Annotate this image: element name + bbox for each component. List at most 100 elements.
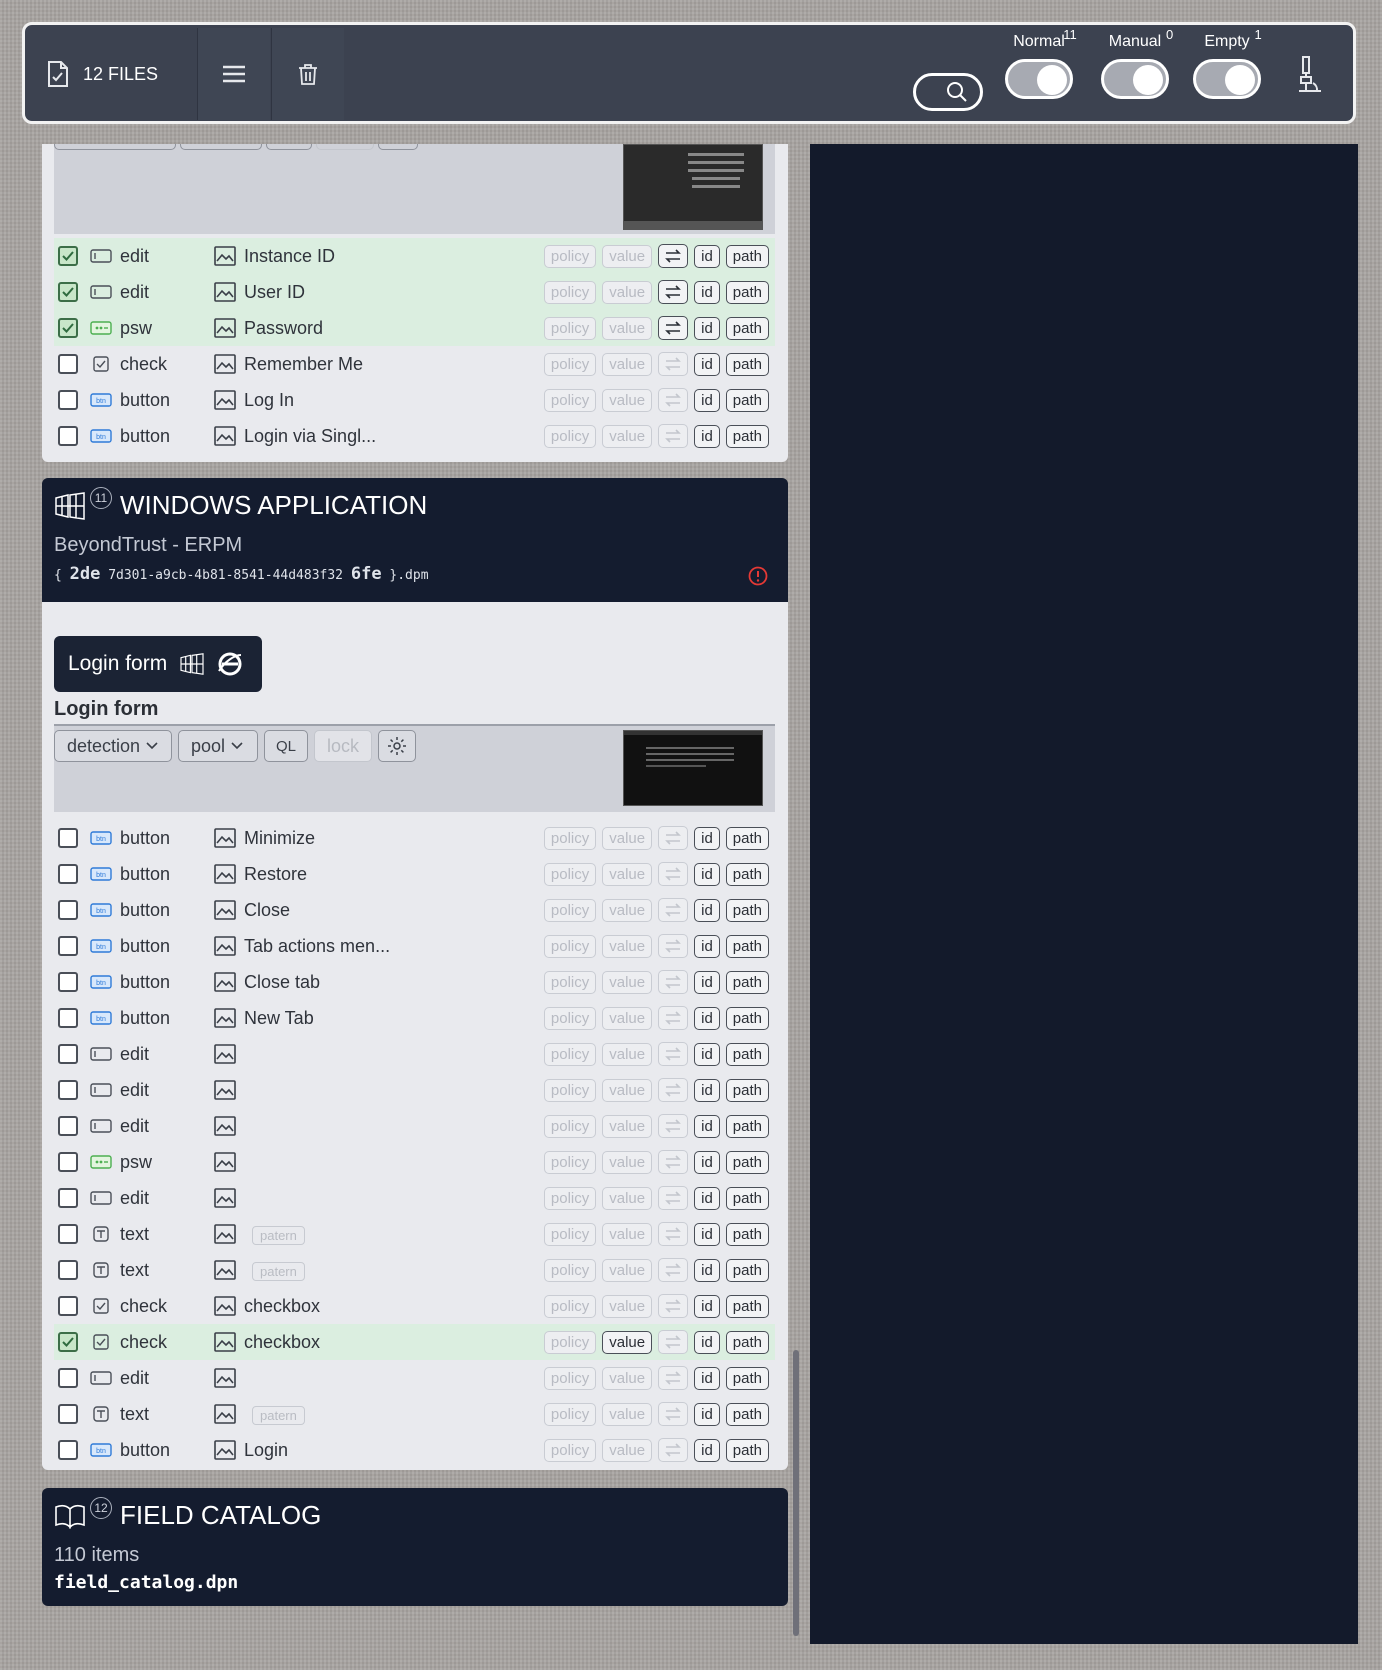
- path-chip[interactable]: path: [725, 316, 769, 340]
- image-icon[interactable]: [214, 1332, 236, 1352]
- value-chip[interactable]: value: [602, 1330, 653, 1354]
- policy-chip[interactable]: policy: [543, 1258, 597, 1282]
- path-chip[interactable]: path: [725, 1006, 769, 1030]
- swap-icon[interactable]: [658, 1186, 689, 1210]
- value-chip[interactable]: value: [602, 934, 653, 958]
- pool-dropdown[interactable]: pool: [178, 730, 258, 762]
- detection-dropdown[interactable]: detection: [54, 730, 172, 762]
- patern-chip[interactable]: patern: [252, 1225, 305, 1245]
- policy-chip[interactable]: policy: [543, 1006, 597, 1030]
- policy-chip[interactable]: policy: [543, 1186, 597, 1210]
- image-icon[interactable]: [214, 318, 236, 338]
- lock-button[interactable]: lock: [314, 730, 372, 762]
- image-icon[interactable]: [214, 390, 236, 410]
- swap-icon[interactable]: [658, 934, 689, 958]
- id-chip[interactable]: id: [694, 1078, 720, 1102]
- swap-icon[interactable]: [658, 1402, 689, 1426]
- row-checkbox[interactable]: [58, 1440, 78, 1460]
- row-checkbox[interactable]: [58, 282, 78, 302]
- policy-chip[interactable]: policy: [543, 316, 597, 340]
- dpm-filename[interactable]: { 2de 7d301-a9cb-4b81-8541-44d483f32 6fe…: [54, 564, 429, 584]
- value-chip[interactable]: value: [602, 1402, 653, 1426]
- field-row[interactable]: btn button Login via Singl... policy value id…: [54, 418, 775, 454]
- field-row[interactable]: btn button Close tab policy value id path: [54, 964, 775, 1000]
- menu-button[interactable]: [197, 28, 270, 120]
- path-chip[interactable]: path: [725, 1366, 769, 1390]
- image-icon[interactable]: [214, 972, 236, 992]
- row-checkbox[interactable]: [58, 900, 78, 920]
- path-chip[interactable]: path: [725, 244, 769, 268]
- policy-chip[interactable]: policy: [543, 424, 597, 448]
- field-row[interactable]: text patern policy value id path: [54, 1252, 775, 1288]
- value-chip[interactable]: value: [602, 1150, 653, 1174]
- image-icon[interactable]: [214, 900, 236, 920]
- id-chip[interactable]: id: [694, 1114, 720, 1138]
- value-chip[interactable]: value: [602, 1042, 653, 1066]
- value-chip[interactable]: value: [602, 862, 653, 886]
- row-checkbox[interactable]: [58, 426, 78, 446]
- id-chip[interactable]: id: [694, 316, 720, 340]
- path-chip[interactable]: path: [725, 1222, 769, 1246]
- image-icon[interactable]: [214, 354, 236, 374]
- swap-icon[interactable]: [658, 316, 689, 340]
- value-chip[interactable]: value: [602, 1078, 653, 1102]
- id-chip[interactable]: id: [694, 244, 720, 268]
- swap-icon[interactable]: [658, 388, 689, 412]
- id-chip[interactable]: id: [694, 424, 720, 448]
- path-chip[interactable]: path: [725, 424, 769, 448]
- policy-chip[interactable]: policy: [543, 898, 597, 922]
- id-chip[interactable]: id: [694, 1186, 720, 1210]
- value-chip[interactable]: value: [602, 424, 653, 448]
- path-chip[interactable]: path: [725, 1114, 769, 1138]
- policy-chip[interactable]: policy: [543, 1114, 597, 1138]
- id-chip[interactable]: id: [694, 1366, 720, 1390]
- path-chip[interactable]: path: [725, 934, 769, 958]
- path-chip[interactable]: path: [725, 970, 769, 994]
- scrollbar[interactable]: [793, 1350, 799, 1636]
- login-form-tab[interactable]: Login form: [54, 636, 262, 692]
- id-chip[interactable]: id: [694, 388, 720, 412]
- policy-chip[interactable]: policy: [543, 1366, 597, 1390]
- settings-button[interactable]: [378, 730, 416, 762]
- policy-chip[interactable]: policy: [543, 1222, 597, 1246]
- row-checkbox[interactable]: [58, 1368, 78, 1388]
- policy-chip[interactable]: policy: [543, 862, 597, 886]
- swap-icon[interactable]: [658, 352, 689, 376]
- value-chip[interactable]: value: [602, 352, 653, 376]
- value-chip[interactable]: value: [602, 1366, 653, 1390]
- policy-chip[interactable]: policy: [543, 352, 597, 376]
- policy-chip[interactable]: policy: [543, 1330, 597, 1354]
- image-icon[interactable]: [214, 864, 236, 884]
- search-toggle[interactable]: [913, 73, 983, 111]
- id-chip[interactable]: id: [694, 1042, 720, 1066]
- value-chip[interactable]: value: [602, 970, 653, 994]
- field-row[interactable]: psw policy value id path: [54, 1144, 775, 1180]
- field-row[interactable]: text patern policy value id path: [54, 1216, 775, 1252]
- row-checkbox[interactable]: [58, 864, 78, 884]
- patern-chip[interactable]: patern: [252, 1261, 305, 1281]
- swap-icon[interactable]: [658, 1330, 689, 1354]
- row-checkbox[interactable]: [58, 1224, 78, 1244]
- path-chip[interactable]: path: [725, 898, 769, 922]
- field-row[interactable]: text patern policy value id path: [54, 1396, 775, 1432]
- policy-chip[interactable]: policy: [543, 1150, 597, 1174]
- path-chip[interactable]: path: [725, 352, 769, 376]
- path-chip[interactable]: path: [725, 1438, 769, 1462]
- field-row[interactable]: btn button Log In policy value id path: [54, 382, 775, 418]
- policy-chip[interactable]: policy: [543, 388, 597, 412]
- field-row[interactable]: btn button New Tab policy value id path: [54, 1000, 775, 1036]
- value-chip[interactable]: value: [602, 1258, 653, 1282]
- field-row[interactable]: btn button Tab actions men... policy value id…: [54, 928, 775, 964]
- image-icon[interactable]: [214, 1116, 236, 1136]
- path-chip[interactable]: path: [725, 1294, 769, 1318]
- swap-icon[interactable]: [658, 1078, 689, 1102]
- row-checkbox[interactable]: [58, 1260, 78, 1280]
- image-icon[interactable]: [214, 1440, 236, 1460]
- row-checkbox[interactable]: [58, 1332, 78, 1352]
- row-checkbox[interactable]: [58, 246, 78, 266]
- row-checkbox[interactable]: [58, 1116, 78, 1136]
- value-chip[interactable]: value: [602, 898, 653, 922]
- field-row[interactable]: btn button Login policy value id path: [54, 1432, 775, 1468]
- empty-toggle[interactable]: [1193, 59, 1261, 99]
- value-chip[interactable]: value: [602, 1294, 653, 1318]
